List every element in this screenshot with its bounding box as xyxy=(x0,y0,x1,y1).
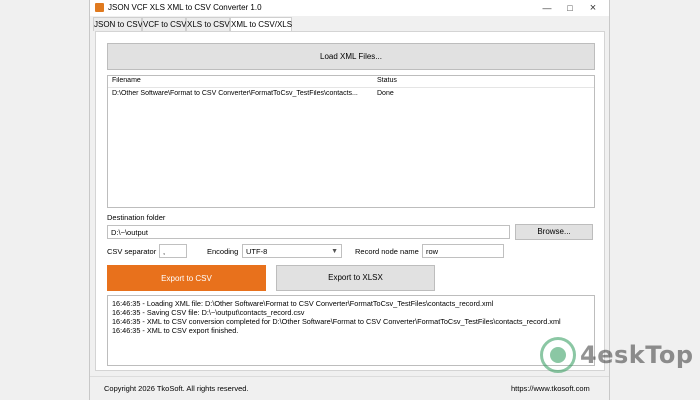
title-bar: JSON VCF XLS XML to CSV Converter 1.0 — … xyxy=(90,0,609,16)
log-line: 16:46:35 - Saving CSV file: D:\~\output\… xyxy=(112,308,305,317)
encoding-label: Encoding xyxy=(207,247,239,256)
tab-xls-to-csv[interactable]: XLS to CSV xyxy=(186,17,230,31)
record-node-name-label: Record node name xyxy=(355,247,419,256)
browse-button[interactable]: Browse... xyxy=(515,224,593,240)
minimize-icon[interactable]: — xyxy=(537,0,557,16)
destination-folder-input[interactable]: D:\~\output xyxy=(107,225,510,239)
log-line: 16:46:35 - XML to CSV export finished. xyxy=(112,326,239,335)
chevron-down-icon: ▼ xyxy=(331,248,338,255)
row-filename: D:\Other Software\Format to CSV Converte… xyxy=(112,90,358,97)
copyright-text: Copyright 2026 TkoSoft. All rights reser… xyxy=(104,384,249,393)
column-header-status[interactable]: Status xyxy=(377,77,397,84)
export-to-csv-button[interactable]: Export to CSV xyxy=(107,265,266,291)
maximize-icon[interactable]: □ xyxy=(560,0,580,16)
file-list-header: Filename Status xyxy=(108,76,594,88)
export-to-xlsx-button[interactable]: Export to XLSX xyxy=(276,265,435,291)
file-list-grid[interactable]: Filename Status D:\Other Software\Format… xyxy=(107,75,595,208)
app-logo-icon xyxy=(95,3,104,12)
column-header-filename[interactable]: Filename xyxy=(112,77,141,84)
encoding-value: UTF-8 xyxy=(246,247,268,256)
log-line: 16:46:35 - Loading XML file: D:\Other So… xyxy=(112,299,494,308)
encoding-select[interactable]: UTF-8 ▼ xyxy=(242,244,342,258)
destination-folder-label: Destination folder xyxy=(107,213,166,222)
log-output[interactable]: 16:46:35 - Loading XML file: D:\Other So… xyxy=(107,295,595,366)
close-icon[interactable]: × xyxy=(583,0,603,16)
tab-vcf-to-csv[interactable]: VCF to CSV xyxy=(142,17,187,31)
log-line: 16:46:35 - XML to CSV conversion complet… xyxy=(112,317,561,326)
window-title: JSON VCF XLS XML to CSV Converter 1.0 xyxy=(108,3,262,12)
website-link[interactable]: https://www.tkosoft.com xyxy=(511,384,590,393)
row-status: Done xyxy=(377,90,394,97)
csv-separator-label: CSV separator xyxy=(107,247,157,256)
load-xml-files-button[interactable]: Load XML Files... xyxy=(107,43,595,70)
tab-json-to-csv[interactable]: JSON to CSV xyxy=(93,17,143,31)
record-node-name-input[interactable]: row xyxy=(422,244,504,258)
csv-separator-input[interactable]: , xyxy=(159,244,187,258)
tab-xml-to-csv-xls[interactable]: XML to CSV/XLS xyxy=(230,17,292,32)
app-window: JSON VCF XLS XML to CSV Converter 1.0 — … xyxy=(89,0,610,400)
tab-panel-xml: Load XML Files... Filename Status D:\Oth… xyxy=(95,31,605,371)
status-bar: Copyright 2026 TkoSoft. All rights reser… xyxy=(90,376,609,400)
